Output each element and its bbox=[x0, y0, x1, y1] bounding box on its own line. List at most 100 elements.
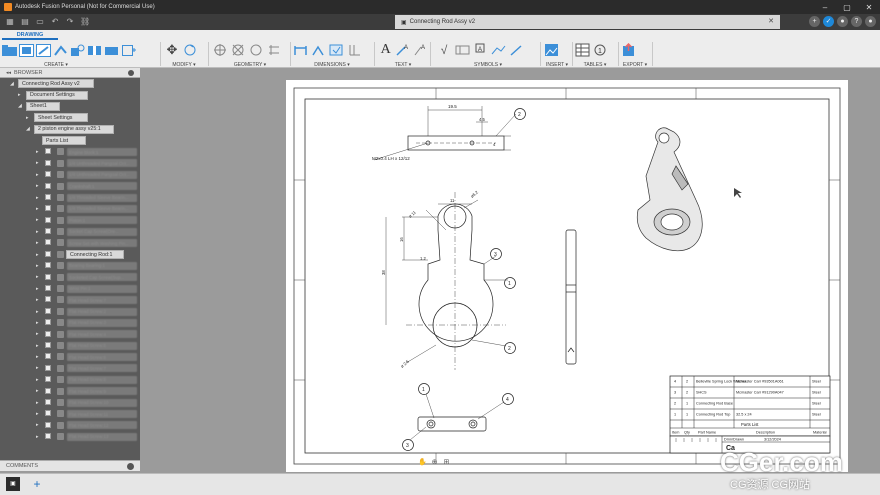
expand-icon[interactable]: ▸ bbox=[36, 274, 39, 280]
tab-drawing[interactable]: DRAWING bbox=[2, 32, 58, 40]
tree-component[interactable]: ▸ Flat Head Screw:11 bbox=[0, 408, 140, 419]
visibility-checkbox[interactable] bbox=[45, 307, 51, 314]
tree-component[interactable]: ▸ Socket Cap Screw(Ore... bbox=[0, 226, 140, 237]
redo-icon[interactable]: ↷ bbox=[65, 17, 75, 27]
edge-extension-icon[interactable] bbox=[266, 42, 282, 58]
tree-component[interactable]: ▸ 1/4 Threaded Sleeve Bearin... bbox=[0, 192, 140, 203]
tree-component[interactable]: ▸ Wrist Pin:1 bbox=[0, 283, 140, 294]
table-icon[interactable] bbox=[574, 42, 590, 58]
visibility-checkbox[interactable] bbox=[45, 364, 51, 371]
expand-icon[interactable]: ▸ bbox=[36, 263, 39, 269]
expand-icon[interactable]: ▸ bbox=[36, 229, 39, 235]
tree-component[interactable]: ▸ Flat Head Screw:10 bbox=[0, 397, 140, 408]
zoom-icon[interactable]: ⊕ bbox=[430, 458, 439, 467]
expand-icon[interactable]: ▸ bbox=[36, 422, 39, 428]
tree-component[interactable]: ▸ Connecting Rod:1 bbox=[0, 249, 140, 260]
tree-component[interactable]: ▸ Flat Head Screw:2 bbox=[0, 306, 140, 317]
browser-header[interactable]: ◂◂ BROWSER bbox=[0, 68, 140, 78]
surface-texture-icon[interactable]: √ bbox=[436, 42, 452, 58]
expand-icon[interactable]: ▸ bbox=[36, 354, 39, 360]
visibility-checkbox[interactable] bbox=[45, 296, 51, 303]
tree-parts-list[interactable]: Parts List bbox=[0, 135, 140, 146]
add-sheet-icon[interactable]: + bbox=[30, 477, 44, 491]
visibility-checkbox[interactable] bbox=[45, 182, 51, 189]
user-avatar[interactable]: ● bbox=[865, 16, 876, 27]
expand-icon[interactable]: ▸ bbox=[36, 400, 39, 406]
expand-icon[interactable]: ▸ bbox=[36, 286, 39, 292]
tree-component[interactable]: ▸ Flat Head Screw:8 bbox=[0, 374, 140, 385]
centermark-pattern-icon[interactable] bbox=[230, 42, 246, 58]
sketch-icon[interactable] bbox=[104, 42, 119, 58]
save-icon[interactable]: ▭ bbox=[35, 17, 45, 27]
tree-component[interactable]: ▸ Flat Head Screw:3 bbox=[0, 317, 140, 328]
undo-icon[interactable]: ↶ bbox=[50, 17, 60, 27]
visibility-checkbox[interactable] bbox=[45, 330, 51, 337]
expand-icon[interactable]: ▸ bbox=[36, 343, 39, 349]
section-view-icon[interactable] bbox=[53, 42, 68, 58]
visibility-checkbox[interactable] bbox=[45, 421, 51, 428]
visibility-checkbox[interactable] bbox=[45, 285, 51, 292]
visibility-checkbox[interactable] bbox=[45, 376, 51, 383]
tree-component[interactable]: ▸ Flat Head Screw:9 bbox=[0, 386, 140, 397]
add-comment-icon[interactable] bbox=[127, 463, 134, 470]
expand-icon[interactable]: ▸ bbox=[36, 149, 39, 155]
dimension-icon[interactable] bbox=[292, 42, 308, 58]
tree-component[interactable]: ▸ Flat Head Screw:12 bbox=[0, 420, 140, 431]
feature-control-frame-icon[interactable] bbox=[454, 42, 470, 58]
base-view-icon[interactable] bbox=[19, 42, 34, 58]
export-icon[interactable] bbox=[620, 42, 636, 58]
drawing-sheet[interactable]: 19.5 4.5 4 M2x0.4 LH x 12/12 2 11 ø6.2 ø… bbox=[286, 80, 848, 472]
collapse-icon[interactable]: ◂◂ bbox=[6, 70, 11, 76]
help-icon[interactable]: ? bbox=[851, 16, 862, 27]
tree-component[interactable]: ▸ Piston:1 bbox=[0, 215, 140, 226]
visibility-checkbox[interactable] bbox=[45, 273, 51, 280]
expand-icon[interactable]: ▸ bbox=[36, 411, 39, 417]
grid-icon[interactable]: ▦ bbox=[5, 17, 15, 27]
comments-panel[interactable]: COMMENTS bbox=[0, 460, 140, 471]
tree-component[interactable]: ▸ Bearing Bearing:1 bbox=[0, 260, 140, 271]
minimize-icon[interactable]: – bbox=[814, 3, 836, 12]
expand-icon[interactable]: ▸ bbox=[36, 240, 39, 246]
expand-icon[interactable]: ▸ bbox=[36, 309, 39, 315]
visibility-checkbox[interactable] bbox=[45, 148, 51, 155]
tree-component[interactable]: ▸ Flat Head Screw:6 bbox=[0, 351, 140, 362]
taper-icon[interactable] bbox=[508, 42, 524, 58]
center-line-icon[interactable] bbox=[248, 42, 264, 58]
zoom-window-icon[interactable]: ⊞ bbox=[442, 458, 451, 467]
expand-icon[interactable]: ▸ bbox=[36, 297, 39, 303]
tree-component[interactable]: ▸ 1/4 Unthreaded Pangoal Oct... bbox=[0, 158, 140, 169]
baseline-dimension-icon[interactable] bbox=[310, 42, 326, 58]
visibility-checkbox[interactable] bbox=[45, 171, 51, 178]
rotate-icon[interactable] bbox=[182, 42, 198, 58]
pan-icon[interactable]: ✋ bbox=[418, 458, 427, 467]
detail-view-icon[interactable] bbox=[70, 42, 85, 58]
close-window-icon[interactable]: ✕ bbox=[858, 3, 880, 12]
job-status-icon[interactable]: ✓ bbox=[823, 16, 834, 27]
visibility-checkbox[interactable] bbox=[45, 205, 51, 212]
visibility-checkbox[interactable] bbox=[45, 228, 51, 235]
tree-component[interactable]: ▸ Flat Head Screw:7 bbox=[0, 294, 140, 305]
expand-icon[interactable]: ▸ bbox=[36, 365, 39, 371]
expand-icon[interactable]: ▸ bbox=[36, 434, 39, 440]
visibility-checkbox[interactable] bbox=[45, 250, 51, 257]
close-tab-icon[interactable]: ✕ bbox=[768, 17, 774, 25]
expand-icon[interactable]: ▸ bbox=[36, 252, 39, 258]
insert-image-icon[interactable] bbox=[543, 42, 559, 58]
move-icon[interactable]: ✥ bbox=[164, 42, 180, 58]
visibility-checkbox[interactable] bbox=[45, 387, 51, 394]
sheet-thumbnail[interactable]: ▣ bbox=[6, 477, 20, 491]
expand-icon[interactable]: ▸ bbox=[36, 331, 39, 337]
tree-component[interactable]: ▸ Socketed Cap Screw(Sup... bbox=[0, 272, 140, 283]
tree-component[interactable]: ▸ Flat Head Screw:5 bbox=[0, 340, 140, 351]
tree-component[interactable]: ▸ Flat Head Screw:7 bbox=[0, 363, 140, 374]
ordinate-dimension-icon[interactable] bbox=[346, 42, 362, 58]
notifications-icon[interactable]: ● bbox=[837, 16, 848, 27]
link-icon[interactable]: ⛓ bbox=[80, 17, 90, 27]
drawing-canvas[interactable]: 19.5 4.5 4 M2x0.4 LH x 12/12 2 11 ø6.2 ø… bbox=[140, 68, 880, 473]
leader-icon[interactable]: A bbox=[395, 42, 410, 58]
expand-icon[interactable]: ▸ bbox=[36, 377, 39, 383]
tree-component[interactable]: ▸ Flat Head Screw:4 bbox=[0, 329, 140, 340]
welding-icon[interactable] bbox=[490, 42, 506, 58]
expand-icon[interactable]: ▸ bbox=[36, 172, 39, 178]
new-tab-icon[interactable]: + bbox=[809, 16, 820, 27]
